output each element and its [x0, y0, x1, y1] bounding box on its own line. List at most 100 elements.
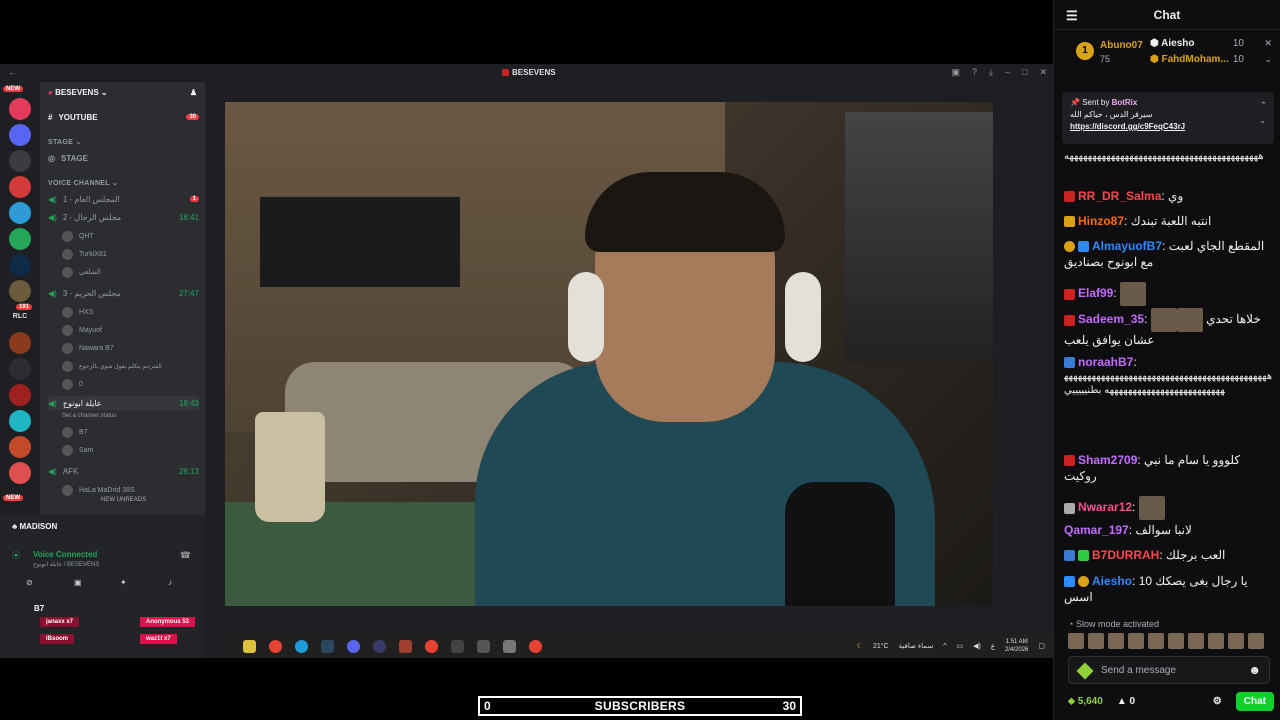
close-icon[interactable]: ✕: [1264, 38, 1272, 49]
close-button[interactable]: ✕: [1039, 67, 1047, 78]
leader-first-name[interactable]: Abuno07: [1100, 40, 1143, 51]
category-stage[interactable]: STAGE ⌄: [48, 138, 82, 146]
collapse-menu-icon[interactable]: ☰: [1066, 8, 1078, 24]
volume-icon[interactable]: ◀): [973, 642, 981, 650]
back-arrow-icon[interactable]: ←: [8, 67, 17, 77]
voice-channel-3[interactable]: ◀) مجلس الحريم - 3 27:47: [48, 286, 199, 300]
server-icon-1[interactable]: [9, 98, 31, 120]
chat-message[interactable]: Qamar_197: لانبا سوالف: [1064, 522, 1274, 538]
voice-user[interactable]: Mayuof: [62, 322, 197, 338]
leader-third[interactable]: ⬢ FahdMoham...: [1150, 54, 1229, 65]
server-icon-3[interactable]: [9, 150, 31, 172]
chat-message[interactable]: Elaf99:: [1064, 282, 1274, 306]
chat-username[interactable]: Sadeem_35: [1078, 312, 1144, 326]
chat-message[interactable]: Sham2709: كلووو يا سام ما نبي روكيت: [1064, 452, 1274, 484]
help-icon[interactable]: ?: [972, 67, 977, 78]
chat-message[interactable]: RR_DR_Salma: وي: [1064, 188, 1274, 204]
server-icon-13[interactable]: [9, 436, 31, 458]
points-display[interactable]: ⬥ 5,640: [1068, 696, 1103, 707]
category-voice[interactable]: VOICE CHANNEL ⌄: [48, 179, 118, 187]
chat-send-button[interactable]: Chat: [1235, 691, 1274, 711]
screen-share-icon[interactable]: ▣: [74, 578, 82, 587]
unpin-icon[interactable]: ⌁: [1261, 98, 1266, 107]
channel-youtube[interactable]: # YOUTUBE 30: [48, 110, 199, 124]
soundboard-icon[interactable]: ♪: [168, 578, 172, 587]
chat-message[interactable]: noraahB7: هههههههههههههههههههههههههههههه…: [1064, 354, 1274, 398]
chrome-icon[interactable]: [425, 639, 438, 653]
app-icon[interactable]: [477, 639, 490, 653]
clock[interactable]: 1:51 AM 2/4/2026: [1005, 638, 1028, 654]
voice-user[interactable]: الفترجم يتكلم بقول شوي بالرجوع: [62, 358, 197, 374]
chat-message[interactable]: Nwarar12:: [1064, 496, 1274, 520]
server-icon-7[interactable]: [9, 254, 31, 276]
voice-user[interactable]: TurkiX81: [62, 246, 197, 262]
emote-button[interactable]: [1228, 633, 1244, 649]
chat-message[interactable]: Hinzo87: انتبه اللعبة تبندك: [1064, 213, 1274, 229]
server-icon-4[interactable]: [9, 176, 31, 198]
voice-user[interactable]: Nawara B7: [62, 340, 197, 356]
emote-button[interactable]: [1148, 633, 1164, 649]
server-icon-10[interactable]: [9, 358, 31, 380]
voice-user[interactable]: 0: [62, 376, 197, 392]
disconnect-icon[interactable]: ☎: [180, 550, 191, 561]
inbox-icon[interactable]: ▣: [951, 67, 960, 78]
notification-icon[interactable]: ▢: [1038, 642, 1045, 650]
voice-user[interactable]: B7: [62, 424, 197, 440]
chat-username[interactable]: Nwarar12: [1078, 500, 1132, 514]
chat-input[interactable]: Send a message ☻: [1068, 656, 1270, 684]
gear-icon[interactable]: ⚙: [1213, 696, 1222, 707]
add-friend-icon[interactable]: ♟: [190, 88, 197, 98]
chat-message[interactable]: Sadeem_35: خلاها تحدي عشان يوافق يلعب: [1064, 308, 1274, 348]
chrome-icon[interactable]: [269, 639, 282, 653]
pinned-bot-name[interactable]: BotRix: [1112, 98, 1138, 107]
network-icon[interactable]: ▭: [956, 642, 963, 650]
language-indicator[interactable]: ع: [991, 642, 995, 650]
emote-button[interactable]: [1088, 633, 1104, 649]
chevron-down-icon[interactable]: ⌄: [1264, 54, 1272, 65]
voice-user[interactable]: الشلعي: [62, 264, 197, 280]
discord-icon[interactable]: [347, 639, 360, 653]
channel-status[interactable]: Set a channel status: [62, 408, 197, 424]
chat-username[interactable]: Aiesho: [1092, 574, 1132, 588]
chat-message[interactable]: هههههههههههههههههههههههههههههههههههههههه…: [1064, 150, 1274, 180]
channel-stage[interactable]: ◎ STAGE: [48, 151, 199, 165]
chat-username[interactable]: AlmayuofB7: [1092, 239, 1162, 253]
chat-username[interactable]: noraahB7: [1078, 355, 1133, 369]
mute-camera-icon[interactable]: ⊘: [26, 578, 33, 587]
app-icon[interactable]: [503, 639, 516, 653]
chat-username[interactable]: Hinzo87: [1078, 214, 1124, 228]
chat-username[interactable]: B7DURRAH: [1092, 548, 1159, 562]
app-icon[interactable]: [373, 639, 386, 653]
voice-channel-afk[interactable]: ◀) AFK 28:13: [48, 464, 199, 478]
chat-username[interactable]: Elaf99: [1078, 286, 1113, 300]
server-icon-14[interactable]: [9, 462, 31, 484]
emote-button[interactable]: [1208, 633, 1224, 649]
emote-button[interactable]: [1128, 633, 1144, 649]
voice-user[interactable]: QHT: [62, 228, 197, 244]
server-icon-5[interactable]: [9, 202, 31, 224]
emote-button[interactable]: [1188, 633, 1204, 649]
chevron-down-icon[interactable]: ⌄: [1259, 116, 1266, 125]
new-unreads-pill[interactable]: NEW UNREADS: [96, 496, 152, 504]
weather-text[interactable]: سماء صافية: [899, 642, 934, 650]
folder-icon[interactable]: [243, 639, 256, 653]
emote-button[interactable]: [1068, 633, 1084, 649]
steam-icon[interactable]: [321, 639, 334, 653]
edge-icon[interactable]: [295, 639, 308, 653]
server-icon-9[interactable]: [9, 332, 31, 354]
voice-user[interactable]: HXS: [62, 304, 197, 320]
activities-icon[interactable]: ✦: [120, 578, 127, 587]
voice-channel-1[interactable]: ◀) المجلس العام - 1 1: [48, 192, 199, 206]
server-icon-6[interactable]: [9, 228, 31, 250]
app-icon[interactable]: [451, 639, 464, 653]
weather-temp[interactable]: 21°C: [873, 643, 889, 650]
download-icon[interactable]: ⤓: [989, 67, 993, 78]
chrome-icon[interactable]: [529, 639, 542, 653]
server-header[interactable]: ● BESEVENS ⌄ ♟: [40, 82, 205, 104]
server-icon-2[interactable]: [9, 124, 31, 146]
chat-username[interactable]: Qamar_197: [1064, 523, 1129, 537]
chat-message[interactable]: B7DURRAH: العب برجلك: [1064, 547, 1274, 563]
server-icon-12[interactable]: [9, 410, 31, 432]
minimize-button[interactable]: –: [1005, 67, 1010, 78]
emote-button[interactable]: [1248, 633, 1264, 649]
